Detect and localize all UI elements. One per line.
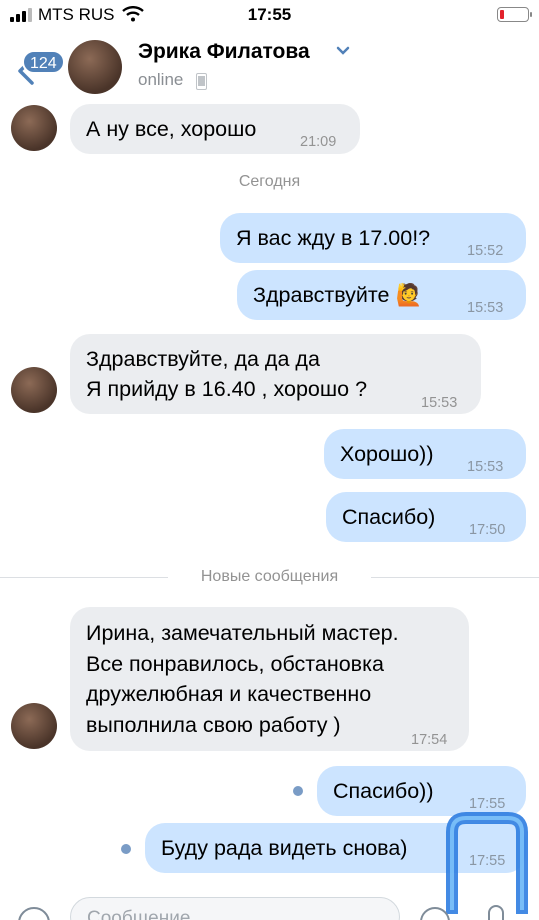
message-text: Буду рада видеть снова) [161,836,408,860]
message-text: Здравствуйте 🙋 [253,283,423,307]
message-bubble[interactable]: Ирина, замечательный мастер. Все понрави… [70,607,469,751]
new-messages-separator: Новые сообщения [0,566,539,590]
message-bubble[interactable]: Спасибо)) 17:55 [317,766,526,816]
sender-avatar[interactable] [11,367,57,413]
message-bubble[interactable]: Я вас жду в 17.00!? 15:52 [220,213,526,263]
status-bar: MTS RUS 17:55 [0,0,539,30]
unread-indicator-dot [293,786,303,796]
message-bubble[interactable]: Хорошо)) 15:53 [324,429,526,479]
message-time: 17:54 [411,732,448,748]
sender-avatar[interactable] [11,703,57,749]
date-separator: Сегодня [238,173,301,190]
message-bubble[interactable]: Здравствуйте, да да да Я прийду в 16.40 … [70,334,481,414]
message-time: 15:53 [421,395,458,411]
microphone-icon[interactable] [488,905,504,920]
message-time: 15:53 [467,300,504,316]
emoji-icon[interactable] [420,907,450,920]
message-bubble[interactable]: Спасибо) 17:50 [326,492,526,542]
message-text: А ну все, хорошо [86,117,257,141]
sender-avatar[interactable] [11,105,57,151]
message-text: Спасибо)) [333,779,434,803]
contact-name[interactable]: Эрика Филатова [138,40,310,64]
chevron-down-icon[interactable] [336,46,350,56]
unread-indicator-dot [121,844,131,854]
new-messages-label: Новые сообщения [200,568,339,585]
message-bubble[interactable]: А ну все, хорошо 21:09 [70,104,360,154]
message-time: 15:53 [467,459,504,475]
message-input-bar: Сообщение [0,895,539,920]
message-text: Я вас жду в 17.00!? [236,226,431,250]
message-bubble[interactable]: Здравствуйте 🙋 15:53 [237,270,526,320]
battery-icon [497,7,532,22]
message-text: Спасибо) [342,505,436,529]
message-time: 21:09 [300,134,337,150]
chat-header: 124 Эрика Филатова online [0,30,539,102]
message-input[interactable]: Сообщение [70,897,400,920]
message-time: 17:50 [469,522,506,538]
message-text: Здравствуйте, да да да Я прийду в 16.40 … [86,347,368,401]
message-text: Хорошо)) [340,442,434,466]
status-time: 17:55 [247,5,292,24]
message-text: Ирина, замечательный мастер. Все понрави… [86,621,399,737]
back-button[interactable]: 124 [10,40,65,85]
unread-count-badge: 124 [22,50,65,74]
battery-fill [500,10,504,19]
attach-icon[interactable] [18,907,50,920]
contact-status: online [138,70,184,89]
contact-avatar[interactable] [68,40,122,94]
message-time: 15:52 [467,243,504,259]
mobile-phone-icon [196,73,207,90]
